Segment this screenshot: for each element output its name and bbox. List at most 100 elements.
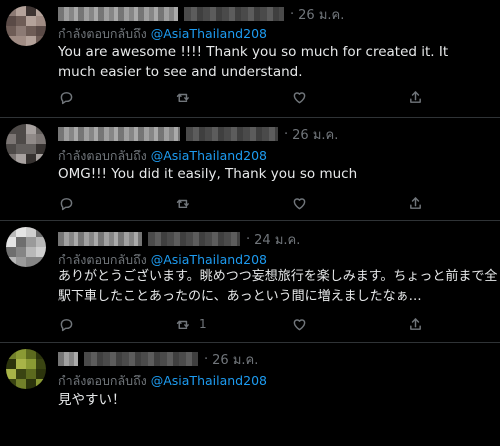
retweet-button[interactable] [175,88,199,106]
tweet-date[interactable]: 26 ม.ค. [212,349,258,370]
reply-prefix: กำลังตอบกลับถึง [58,26,147,41]
avatar-pixel [26,124,36,134]
tweet-date[interactable]: 26 ม.ค. [292,124,338,145]
action-bar: 1 [58,315,421,333]
reply-button[interactable] [58,88,75,106]
share-button[interactable] [407,194,424,212]
avatar-pixel [26,349,36,359]
avatar-pixel [16,349,26,359]
avatar-pixel [6,257,16,267]
tweet[interactable]: · 26 ม.ค. กำลังตอบกลับถึง @AsiaThailand2… [0,118,500,221]
avatar-pixel [16,124,26,134]
avatar-pixel [16,247,26,257]
reply-handle-link[interactable]: @AsiaThailand208 [151,252,267,267]
avatar-pixel [26,247,36,257]
avatar-pixel [16,16,26,26]
avatar-pixel [36,36,46,46]
reply-context: กำลังตอบกลับถึง @AsiaThailand208 [58,24,267,44]
heart-icon [293,91,306,103]
reply-prefix: กำลังตอบกลับถึง [58,373,147,388]
avatar-pixel [26,6,36,16]
share-icon [410,196,421,209]
avatar-pixel [6,134,16,144]
avatar-pixel [36,237,46,247]
reply-context: กำลังตอบกลับถึง @AsiaThailand208 [58,146,267,166]
avatar[interactable] [6,6,46,46]
avatar-pixel [6,247,16,257]
avatar-pixel [16,379,26,389]
avatar-pixel [6,154,16,164]
avatar[interactable] [6,227,46,267]
tweet[interactable]: · 26 ม.ค. กำลังตอบกลับถึง @AsiaThailand2… [0,343,500,446]
avatar-pixel [16,359,26,369]
avatar-pixel [16,134,26,144]
tweet-date[interactable]: 26 ม.ค. [298,4,344,25]
like-button[interactable] [291,88,308,106]
avatar-pixel [6,369,16,379]
username-pixelated[interactable] [186,127,278,141]
avatar-pixel [36,26,46,36]
avatar-pixel [6,227,16,237]
tweet-date[interactable]: 24 ม.ค. [254,229,300,250]
avatar-pixel [36,124,46,134]
avatar-pixel [36,6,46,16]
reply-context: กำลังตอบกลับถึง @AsiaThailand208 [58,371,267,391]
retweet-count: 1 [199,317,207,331]
tweet-header: · 24 ม.ค. [58,229,300,250]
avatar-pixel [26,144,36,154]
separator-dot: · [284,126,289,142]
retweet-icon [176,93,189,102]
avatar-pixel [16,26,26,36]
username-pixelated[interactable] [184,7,284,21]
heart-icon [293,318,306,330]
display-name-pixelated[interactable] [58,7,178,21]
avatar-pixel [26,134,36,144]
avatar-pixel [26,257,36,267]
heart-icon [293,197,306,209]
avatar-pixel [36,144,46,154]
tweet-text: OMG!!! You did it easily, Thank you so m… [58,166,358,182]
avatar-pixel [36,247,46,257]
display-name-pixelated[interactable] [58,232,142,246]
separator-dot: · [290,6,295,22]
display-name-pixelated[interactable] [58,127,180,141]
avatar-pixel [26,26,36,36]
retweet-button[interactable]: 1 [175,315,207,333]
reply-icon [60,197,73,210]
reply-icon [60,91,73,104]
avatar[interactable] [6,349,46,389]
avatar-pixel [36,349,46,359]
separator-dot: · [246,231,251,247]
like-button[interactable] [291,194,308,212]
reply-handle-link[interactable]: @AsiaThailand208 [151,373,267,388]
avatar-pixel [36,257,46,267]
tweet-header: · 26 ม.ค. [58,349,258,370]
reply-handle-link[interactable]: @AsiaThailand208 [151,148,267,163]
reply-handle-link[interactable]: @AsiaThailand208 [151,26,267,41]
tweet-text: You are awesome !!!! Thank you so much f… [58,44,449,80]
avatar-pixel [6,124,16,134]
action-bar [58,88,421,106]
like-button[interactable] [291,315,308,333]
avatar-pixel [36,227,46,237]
avatar-pixel [16,237,26,247]
reply-button[interactable] [58,315,75,333]
tweet[interactable]: · 24 ม.ค. กำลังตอบกลับถึง @AsiaThailand2… [0,221,500,343]
avatar-pixel [6,144,16,154]
username-pixelated[interactable] [84,352,198,366]
avatar-pixel [6,6,16,16]
reply-button[interactable] [58,194,75,212]
display-name-pixelated[interactable] [58,352,78,366]
action-bar [58,194,421,212]
share-button[interactable] [407,315,424,333]
tweet[interactable]: · 26 ม.ค. กำลังตอบกลับถึง @AsiaThailand2… [0,0,500,118]
avatar-pixel [26,379,36,389]
share-button[interactable] [407,88,424,106]
avatar-pixel [36,154,46,164]
retweet-icon [176,320,189,329]
avatar-pixel [6,36,16,46]
username-pixelated[interactable] [148,232,240,246]
avatar-pixel [16,154,26,164]
avatar[interactable] [6,124,46,164]
retweet-button[interactable] [175,194,199,212]
